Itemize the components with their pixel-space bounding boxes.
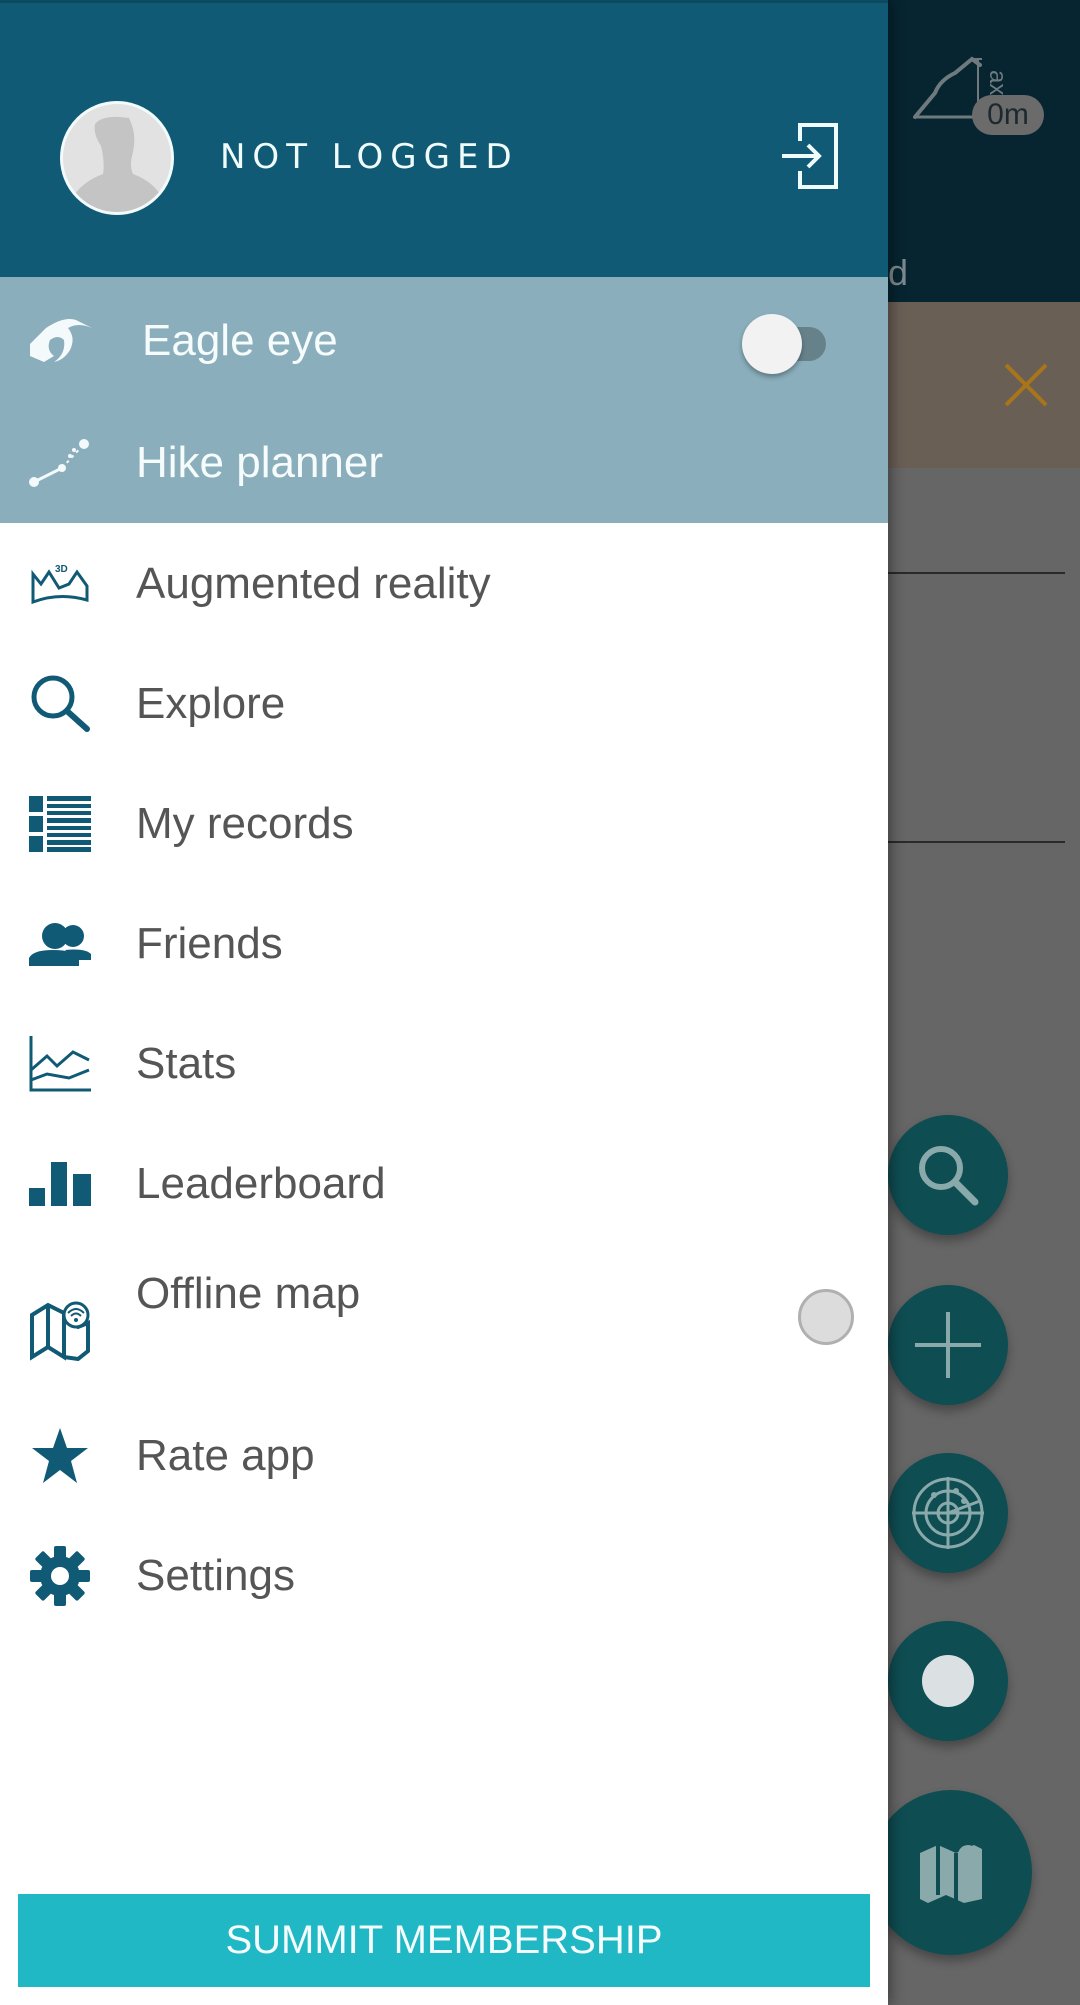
- star-icon: [28, 1424, 92, 1488]
- menu-item-leaderboard[interactable]: Leaderboard: [0, 1129, 888, 1239]
- search-fab[interactable]: [888, 1115, 1008, 1235]
- eagle-eye-icon: [28, 309, 92, 373]
- plus-icon: [915, 1312, 981, 1378]
- menu-item-friends[interactable]: Friends: [0, 889, 888, 999]
- route-planner-icon: [28, 431, 92, 495]
- offline-map-icon: [28, 1299, 92, 1363]
- bar-chart-icon: [28, 1152, 92, 1216]
- map-fab[interactable]: [870, 1790, 1032, 1955]
- add-fab[interactable]: [888, 1285, 1008, 1405]
- search-icon: [919, 1146, 979, 1206]
- toggle-thumb: [742, 314, 802, 374]
- menu-item-label: Hike planner: [136, 438, 384, 487]
- navigation-drawer: NOT LOGGED Eagle eye Hike planner 3D Aug…: [0, 0, 888, 2005]
- gear-icon: [28, 1544, 92, 1608]
- menu-item-hike-planner[interactable]: Hike planner: [0, 408, 888, 518]
- menu-item-label: Offline map: [136, 1269, 361, 1318]
- menu-item-offline-map[interactable]: Offline map: [0, 1263, 888, 1373]
- menu-item-stats[interactable]: Stats: [0, 1009, 888, 1119]
- search-icon: [28, 672, 92, 736]
- eagle-eye-toggle[interactable]: [742, 314, 838, 374]
- friends-icon: [28, 912, 92, 976]
- user-silhouette-icon: [71, 116, 163, 212]
- close-icon[interactable]: [1003, 362, 1049, 408]
- drawer-header: NOT LOGGED: [0, 0, 888, 277]
- svg-text:3D: 3D: [55, 564, 68, 575]
- record-icon: [922, 1655, 974, 1707]
- menu-item-label: Augmented reality: [136, 559, 491, 608]
- menu-item-label: Leaderboard: [136, 1159, 386, 1208]
- menu-item-label: Settings: [136, 1551, 295, 1600]
- map-icon: [920, 1844, 982, 1903]
- menu-item-my-records[interactable]: My records: [0, 769, 888, 879]
- menu-item-label: Eagle eye: [142, 316, 338, 365]
- menu-item-augmented-reality[interactable]: 3D Augmented reality: [0, 529, 888, 639]
- record-fab[interactable]: [888, 1621, 1008, 1741]
- offline-map-radio[interactable]: [798, 1289, 854, 1345]
- menu-item-label: Friends: [136, 919, 283, 968]
- divider: [888, 841, 1065, 843]
- radar-icon: [912, 1477, 984, 1549]
- summit-membership-button[interactable]: SUMMIT MEMBERSHIP: [18, 1894, 870, 1987]
- radar-fab[interactable]: [888, 1453, 1008, 1573]
- user-name: NOT LOGGED: [220, 137, 519, 177]
- 3d-mountains-icon: 3D: [28, 552, 92, 616]
- menu-item-explore[interactable]: Explore: [0, 649, 888, 759]
- line-chart-icon: [28, 1032, 92, 1096]
- elevation-badge: 0m: [972, 95, 1044, 135]
- menu-item-label: Rate app: [136, 1431, 315, 1480]
- list-icon: [28, 792, 92, 856]
- login-icon[interactable]: [780, 121, 840, 191]
- menu-item-rate-app[interactable]: Rate app: [0, 1401, 888, 1511]
- avatar[interactable]: [60, 101, 174, 215]
- menu-item-settings[interactable]: Settings: [0, 1521, 888, 1631]
- menu-item-label: My records: [136, 799, 354, 848]
- elevation-label: ax: [984, 70, 1011, 95]
- menu-item-label: Stats: [136, 1039, 237, 1088]
- background-partial-text: d: [888, 252, 909, 293]
- divider: [888, 572, 1065, 574]
- menu-item-label: Explore: [136, 679, 286, 728]
